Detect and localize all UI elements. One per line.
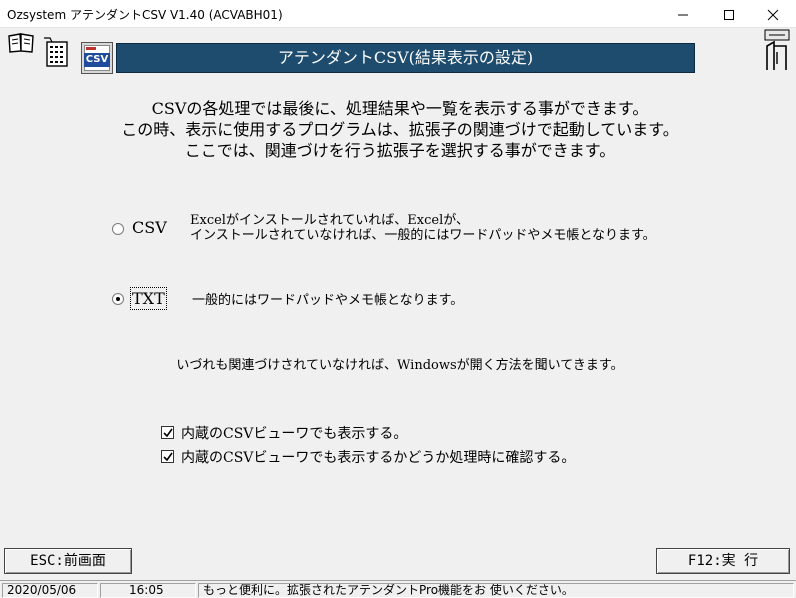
status-message: もっと便利に。拡張されたアテンダントPro機能をお 使いください。 (198, 583, 794, 598)
book-icon[interactable] (7, 32, 35, 54)
back-button[interactable]: ESC:前画面 (4, 548, 132, 574)
checkbox-confirm-viewer-label[interactable]: 内蔵のCSVビューワでも表示するかどうか処理時に確認する。 (181, 447, 575, 467)
association-note: いづれも関連づけされていなければ、Windowsが開く方法を聞いてきます。 (176, 358, 624, 373)
checkbox-confirm-viewer[interactable] (161, 450, 174, 463)
intro-text: CSVの各処理では最後に、処理結果や一覧を表示する事ができます。 この時、表示に… (60, 98, 740, 161)
run-button[interactable]: F12:実 行 (656, 548, 790, 574)
minimize-icon (678, 14, 688, 16)
checkbox-show-in-viewer[interactable] (161, 426, 174, 439)
radio-csv-label[interactable]: CSV (132, 218, 167, 237)
intro-line: CSVの各処理では最後に、処理結果や一覧を表示する事ができます。 (151, 99, 649, 118)
page-title-banner: アテンダントCSV(結果表示の設定) (116, 43, 695, 73)
checkbox-show-in-viewer-label[interactable]: 内蔵のCSVビューワでも表示する。 (181, 423, 407, 443)
close-button[interactable] (750, 0, 796, 28)
radio-txt-description: 一般的にはワードパッドやメモ帳となります。 (192, 293, 463, 308)
description-line: Excelがインストールされていれば、Excelが、 (190, 213, 469, 228)
checkmark-icon (163, 428, 173, 438)
close-icon (767, 9, 779, 21)
exit-door-icon[interactable] (762, 28, 792, 72)
calculator-document-icon[interactable] (42, 36, 70, 68)
description-line: 一般的にはワードパッドやメモ帳となります。 (192, 293, 464, 308)
status-bar: 2020/05/06 16:05 もっと便利に。拡張されたアテンダントPro機能… (0, 580, 796, 598)
description-line: インストールされていなければ、一般的にはワードパッドやメモ帳となります。 (190, 228, 656, 243)
maximize-icon (724, 10, 734, 20)
intro-line: この時、表示に使用するプログラムは、拡張子の関連づけで起動しています。 (121, 120, 679, 139)
radio-txt[interactable] (112, 293, 124, 305)
window-title: Ozsystem アテンダントCSV V1.40 (ACVABH01) (7, 8, 283, 22)
minimize-button[interactable] (660, 0, 706, 28)
title-bar: Ozsystem アテンダントCSV V1.40 (ACVABH01) (0, 0, 796, 28)
csv-icon-label: CSV (84, 53, 110, 67)
csv-app-icon: CSV (81, 42, 113, 74)
maximize-button[interactable] (706, 0, 752, 28)
radio-txt-label[interactable]: TXT (130, 287, 167, 310)
checkmark-icon (163, 452, 173, 462)
radio-csv-description: Excelがインストールされていれば、Excelが、 インストールされていなけれ… (190, 213, 656, 243)
status-date: 2020/05/06 (2, 583, 98, 598)
status-time: 16:05 (100, 583, 196, 598)
intro-line: ここでは、関連づけを行う拡張子を選択する事ができます。 (184, 141, 616, 160)
radio-csv[interactable] (112, 223, 124, 235)
